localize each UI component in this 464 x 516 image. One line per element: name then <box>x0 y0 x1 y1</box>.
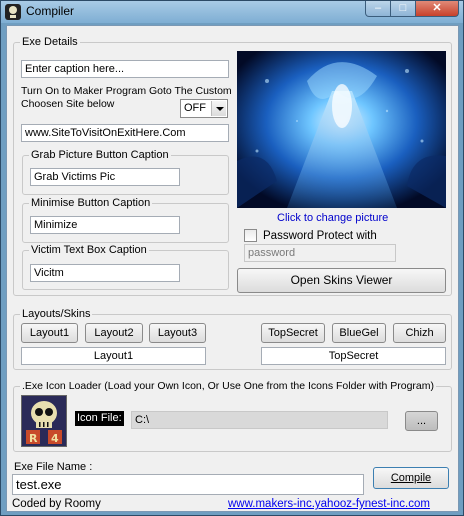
turn-on-label-line1: Turn On to Maker Program Goto The Custom <box>21 85 232 97</box>
compile-button[interactable]: Compile <box>373 467 449 489</box>
bluegel-skin-button[interactable]: BlueGel <box>332 323 386 343</box>
window-title: Compiler <box>26 4 75 18</box>
minimise-caption-input[interactable]: Minimize <box>30 216 180 234</box>
icon-loader-label: .Exe Icon Loader (Load your Own Icon, Or… <box>20 380 437 392</box>
victim-caption-input[interactable]: Vicitm <box>30 264 180 282</box>
exe-name-input[interactable]: test.exe <box>12 474 364 495</box>
layout3-button[interactable]: Layout3 <box>149 323 206 343</box>
close-window-button[interactable]: ✕ <box>415 1 459 17</box>
layouts-skins-label: Layouts/Skins <box>20 308 93 320</box>
caption-input[interactable]: Enter caption here... <box>21 60 229 78</box>
password-protect-checkbox[interactable] <box>244 229 257 242</box>
turn-on-label-line2: Choosen Site below <box>21 98 115 110</box>
website-link[interactable]: www.makers-inc.yahooz-fynest-inc.com <box>228 498 430 511</box>
minimise-caption-label: Minimise Button Caption <box>29 197 153 209</box>
icon-file-label: Icon File: <box>75 411 124 426</box>
chevron-down-icon[interactable] <box>211 101 226 116</box>
change-picture-link[interactable]: Click to change picture <box>277 212 388 225</box>
icon-path-input[interactable]: C:\ <box>131 411 388 429</box>
onoff-value: OFF <box>184 102 206 114</box>
layout2-button[interactable]: Layout2 <box>85 323 143 343</box>
preview-picture[interactable] <box>237 51 446 208</box>
svg-text:R: R <box>29 432 38 445</box>
layout1-button[interactable]: Layout1 <box>21 323 78 343</box>
minimise-caption-group: Minimise Button Caption Minimize <box>22 197 229 243</box>
selected-layout-display: Layout1 <box>21 347 206 365</box>
selected-skin-display: TopSecret <box>261 347 446 365</box>
password-input[interactable]: password <box>244 244 396 262</box>
maximize-window-button[interactable]: □ <box>390 1 416 17</box>
chizh-skin-button[interactable]: Chizh <box>393 323 446 343</box>
minimize-window-button[interactable]: – <box>365 1 391 17</box>
exe-name-label: Exe File Name : <box>14 461 93 473</box>
open-skins-viewer-button[interactable]: Open Skins Viewer <box>237 268 446 293</box>
title-bar[interactable]: Compiler – □ ✕ <box>1 1 463 23</box>
grab-caption-input[interactable]: Grab Victims Pic <box>30 168 180 186</box>
browse-icon-button[interactable]: ... <box>405 411 438 431</box>
skull-exe-icon[interactable]: R 4 <box>21 395 67 447</box>
victim-caption-label: Victim Text Box Caption <box>29 244 149 256</box>
exe-details-group: Exe Details Enter caption here... Turn O… <box>13 36 452 296</box>
client-area: Exe Details Enter caption here... Turn O… <box>6 25 459 512</box>
victim-caption-group: Victim Text Box Caption Vicitm <box>22 244 229 290</box>
angel-stairs-image <box>237 51 446 208</box>
skull-app-icon <box>5 4 21 20</box>
icon-loader-group: .Exe Icon Loader (Load your Own Icon, Or… <box>13 380 452 452</box>
credit-text: Coded by Roomy <box>12 498 101 510</box>
layouts-skins-group: Layouts/Skins Layout1 Layout2 Layout3 To… <box>13 308 452 370</box>
topsecret-skin-button[interactable]: TopSecret <box>261 323 325 343</box>
grab-caption-label: Grab Picture Button Caption <box>29 149 171 161</box>
compiler-window: Compiler – □ ✕ Exe Details Enter caption… <box>0 0 464 516</box>
password-protect-label: Password Protect with <box>263 230 377 242</box>
grab-caption-group: Grab Picture Button Caption Grab Victims… <box>22 149 229 195</box>
exe-details-label: Exe Details <box>20 36 80 48</box>
site-input[interactable]: www.SiteToVisitOnExitHere.Com <box>21 124 229 142</box>
svg-text:4: 4 <box>51 432 59 445</box>
onoff-dropdown[interactable]: OFF <box>180 99 228 118</box>
